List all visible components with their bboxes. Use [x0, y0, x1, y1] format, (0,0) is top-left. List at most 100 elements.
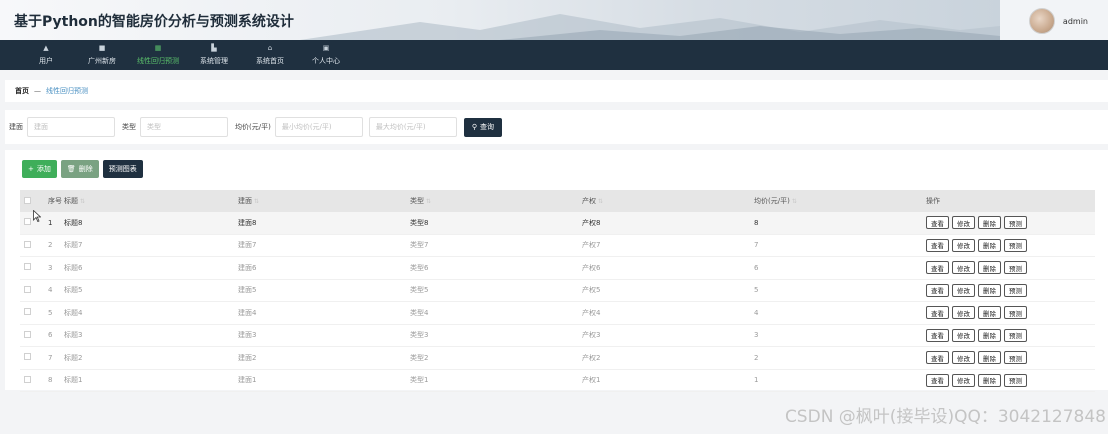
avatar[interactable]	[1028, 8, 1055, 34]
row-checkbox-cell	[20, 240, 38, 250]
row-building: 建面8	[238, 218, 257, 227]
view-button[interactable]: 查看	[926, 351, 949, 365]
row-price: 4	[754, 308, 759, 317]
type-input[interactable]	[140, 117, 228, 137]
row-no: 3	[48, 263, 53, 272]
row-price: 5	[754, 286, 759, 295]
edit-button[interactable]: 修改	[952, 351, 975, 365]
row-checkbox[interactable]	[24, 263, 31, 271]
house-icon: ■	[98, 44, 106, 52]
nav-label: 线性回归预测	[137, 57, 179, 65]
delete-row-button[interactable]: 删除	[978, 261, 1001, 275]
edit-button[interactable]: 修改	[952, 373, 975, 387]
row-checkbox[interactable]	[24, 330, 31, 338]
delete-row-button[interactable]: 删除	[978, 351, 1001, 365]
breadcrumb-home[interactable]: 首页	[15, 86, 29, 96]
row-checkbox[interactable]	[24, 218, 31, 226]
delete-button[interactable]: 🗑 删除	[60, 160, 99, 178]
row-right: 产权2	[582, 353, 601, 362]
row-actions: 查看 修改 删除 预测	[926, 328, 1086, 342]
max-price-input[interactable]	[368, 117, 457, 137]
delete-row-button[interactable]: 删除	[978, 216, 1001, 230]
edit-button[interactable]: 修改	[952, 238, 975, 252]
row-checkbox[interactable]	[24, 308, 31, 316]
row-right: 产权8	[582, 218, 601, 227]
view-button[interactable]: 查看	[926, 306, 949, 320]
header-right[interactable]: 产权 ⇅	[582, 196, 754, 206]
view-button[interactable]: 查看	[926, 283, 949, 297]
view-button[interactable]: 查看	[926, 238, 949, 252]
user-menu[interactable]: admin	[1028, 6, 1088, 36]
row-checkbox[interactable]	[24, 375, 31, 383]
predict-button[interactable]: 预测	[1004, 306, 1027, 320]
row-title: 标题8	[64, 218, 83, 227]
edit-button[interactable]: 修改	[952, 328, 975, 342]
view-button[interactable]: 查看	[926, 261, 949, 275]
row-no: 2	[48, 241, 53, 250]
header-title[interactable]: 标题 ⇅	[64, 196, 238, 206]
table-row: 4 标题5 建面5 类型5 产权5 5 查看 修改 删除 预测	[20, 280, 1095, 302]
table-row: 3 标题6 建面6 类型6 产权6 6 查看 修改 删除 预测	[20, 257, 1095, 280]
row-title: 标题4	[64, 308, 83, 317]
prediction-chart-button[interactable]: 预测图表	[102, 160, 143, 178]
row-no: 7	[48, 353, 53, 362]
delete-row-button[interactable]: 删除	[978, 238, 1001, 252]
action-bar: + 添加 🗑 删除 预测图表	[22, 160, 143, 178]
predict-button[interactable]: 预测	[1004, 351, 1027, 365]
row-title: 标题5	[64, 286, 83, 295]
predict-button[interactable]: 预测	[1004, 261, 1027, 275]
header-price[interactable]: 均价(元/平) ⇅	[754, 196, 926, 206]
nav-item-guangzhou-new-house[interactable]: ■ 广州新房	[74, 40, 130, 70]
predict-button[interactable]: 预测	[1004, 373, 1027, 387]
breadcrumb-current: 线性回归预测	[46, 87, 88, 95]
predict-button[interactable]: 预测	[1004, 216, 1027, 230]
table-row: 1 标题8 建面8 类型8 产权8 8 查看 修改 删除 预测	[20, 212, 1095, 235]
nav-item-profile[interactable]: ▣ 个人中心	[298, 40, 354, 70]
table-row: 6 标题3 建面3 类型3 产权3 3 查看 修改 删除 预测	[20, 325, 1095, 347]
row-building: 建面3	[238, 331, 257, 340]
select-all-checkbox[interactable]	[24, 196, 31, 204]
row-title: 标题1	[64, 376, 83, 385]
home-icon: ⌂	[267, 44, 273, 52]
nav-item-home[interactable]: ⌂ 系统首页	[242, 40, 298, 70]
plus-icon: +	[28, 165, 34, 173]
header-building[interactable]: 建面 ⇅	[238, 196, 410, 206]
search-button[interactable]: ⚲ 查询	[463, 117, 502, 137]
nav-item-user[interactable]: ▲ 用户	[18, 40, 74, 70]
edit-button[interactable]: 修改	[952, 283, 975, 297]
min-price-input[interactable]	[274, 117, 363, 137]
delete-row-button[interactable]: 删除	[978, 373, 1001, 387]
edit-button[interactable]: 修改	[952, 216, 975, 230]
predict-button[interactable]: 预测	[1004, 283, 1027, 297]
row-building: 建面4	[238, 308, 257, 317]
row-right: 产权1	[582, 376, 601, 385]
site-title: 基于Python的智能房价分析与预测系统设计	[14, 14, 294, 30]
delete-row-button[interactable]: 删除	[978, 283, 1001, 297]
edit-button[interactable]: 修改	[952, 261, 975, 275]
nav-item-linear-regression[interactable]: ▦ 线性回归预测	[130, 40, 186, 70]
nav-item-system-admin[interactable]: ▙ 系统管理	[186, 40, 242, 70]
view-button[interactable]: 查看	[926, 373, 949, 387]
building-input[interactable]	[27, 117, 115, 137]
row-checkbox[interactable]	[24, 353, 31, 361]
edit-button[interactable]: 修改	[952, 306, 975, 320]
row-checkbox[interactable]	[24, 240, 31, 248]
breadcrumb-separator: —	[34, 87, 41, 95]
header-type[interactable]: 类型 ⇅	[410, 196, 582, 206]
row-type: 类型6	[410, 263, 429, 272]
predict-button[interactable]: 预测	[1004, 328, 1027, 342]
row-checkbox-cell	[20, 285, 38, 295]
view-button[interactable]: 查看	[926, 328, 949, 342]
add-button[interactable]: + 添加	[22, 160, 57, 178]
nav-label: 系统管理	[200, 57, 228, 65]
row-no: 1	[48, 218, 53, 227]
nav-label: 系统首页	[256, 57, 284, 65]
predict-button[interactable]: 预测	[1004, 238, 1027, 252]
row-checkbox-cell	[20, 263, 38, 272]
delete-row-button[interactable]: 删除	[978, 306, 1001, 320]
row-checkbox[interactable]	[24, 285, 31, 293]
header: 基于Python的智能房价分析与预测系统设计 admin	[0, 0, 1108, 40]
view-button[interactable]: 查看	[926, 216, 949, 230]
nav-label: 个人中心	[312, 57, 340, 65]
delete-row-button[interactable]: 删除	[978, 328, 1001, 342]
